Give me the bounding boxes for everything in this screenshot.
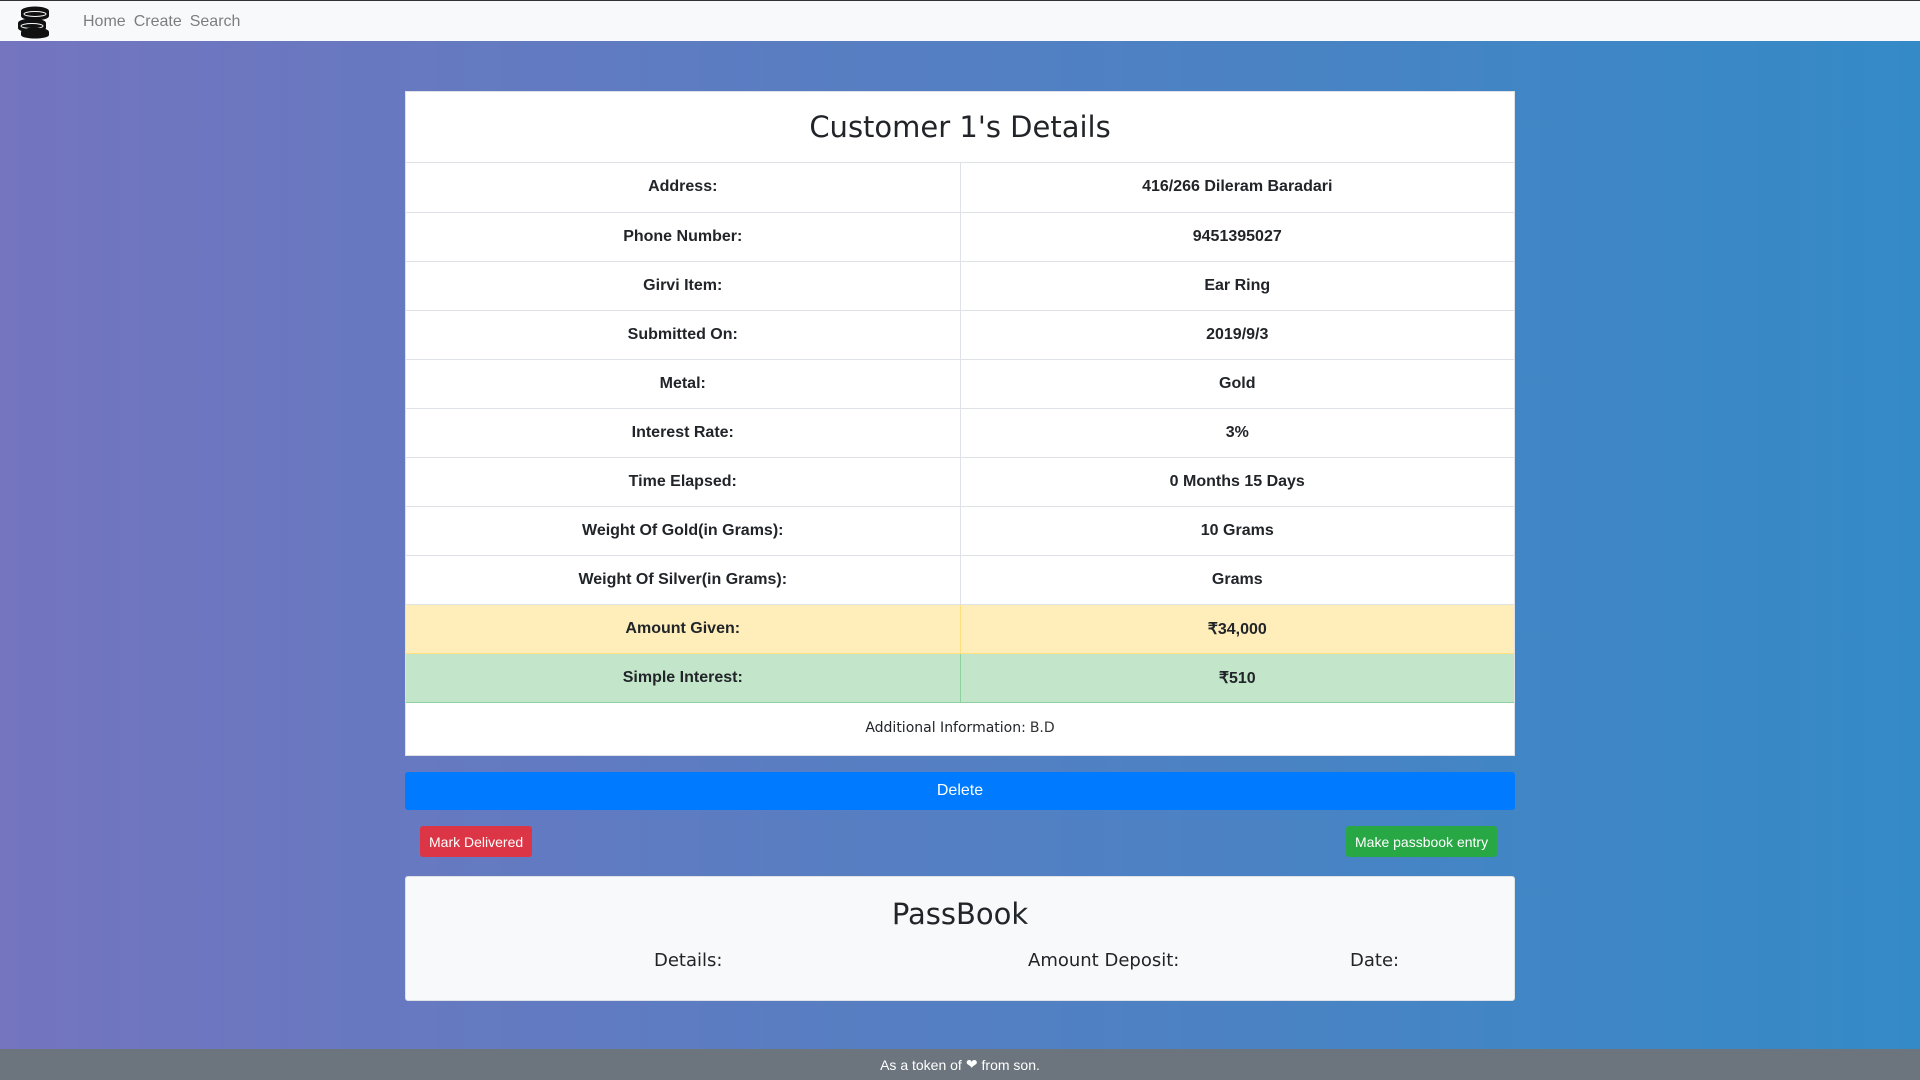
heart-icon: ❤	[965, 1056, 978, 1072]
table-row: Time Elapsed: 0 Months 15 Days	[406, 457, 1514, 507]
girvi-item-label: Girvi Item:	[406, 261, 961, 311]
passbook-card: PassBook Details: Amount Deposit: Date:	[405, 876, 1515, 1001]
time-elapsed-label: Time Elapsed:	[406, 457, 961, 507]
table-row: Metal: Gold	[406, 359, 1514, 409]
simple-interest-label: Simple Interest:	[406, 653, 961, 703]
customer-details-card: Customer 1's Details Address: 416/266 Di…	[405, 91, 1515, 756]
footer-text-after: from son.	[981, 1056, 1040, 1073]
interest-rate-label: Interest Rate:	[406, 408, 961, 458]
table-row: Phone Number: 9451395027	[406, 212, 1514, 262]
coins-stack-icon[interactable]	[18, 5, 52, 39]
submitted-on-label: Submitted On:	[406, 310, 961, 360]
nav-home-link[interactable]: Home	[83, 13, 126, 31]
nav-links: Home Create Search	[83, 1, 248, 42]
footer-text-before: As a token of	[880, 1056, 962, 1073]
metal-label: Metal:	[406, 359, 961, 409]
amount-given-row: Amount Given: ₹34,000	[406, 604, 1514, 654]
table-row: Girvi Item: Ear Ring	[406, 261, 1514, 311]
nav-create-link[interactable]: Create	[134, 13, 182, 31]
delete-button[interactable]: Delete	[405, 772, 1515, 810]
silver-weight-value: Grams	[960, 555, 1514, 605]
interest-rate-value: 3%	[960, 408, 1514, 458]
silver-weight-label: Weight Of Silver(in Grams):	[406, 555, 961, 605]
nav-search-link[interactable]: Search	[190, 13, 241, 31]
additional-info-label: Additional Information:	[865, 720, 1026, 736]
make-passbook-entry-button[interactable]: Make passbook entry	[1346, 826, 1498, 857]
passbook-date-header: Date:	[1350, 950, 1400, 971]
passbook-amount-header: Amount Deposit:	[1028, 950, 1180, 971]
mark-delivered-button[interactable]: Mark Delivered	[420, 826, 533, 857]
navbar: Home Create Search	[0, 0, 1920, 41]
time-elapsed-value: 0 Months 15 Days	[960, 457, 1514, 507]
simple-interest-row: Simple Interest: ₹510	[406, 653, 1514, 703]
girvi-item-value: Ear Ring	[960, 261, 1514, 311]
simple-interest-value: ₹510	[960, 653, 1514, 703]
phone-value: 9451395027	[960, 212, 1514, 262]
passbook-details-header: Details:	[654, 950, 723, 971]
address-label: Address:	[406, 163, 961, 213]
phone-label: Phone Number:	[406, 212, 961, 262]
gold-weight-label: Weight Of Gold(in Grams):	[406, 506, 961, 556]
submitted-on-value: 2019/9/3	[960, 310, 1514, 360]
metal-value: Gold	[960, 359, 1514, 409]
passbook-title: PassBook	[891, 897, 1029, 931]
customer-details-table: Address: 416/266 Dileram Baradari Phone …	[406, 163, 1514, 703]
additional-information: Additional Information: B.D	[406, 703, 1514, 754]
amount-given-label: Amount Given:	[406, 604, 961, 654]
page-title: Customer 1's Details	[406, 92, 1514, 163]
table-row: Interest Rate: 3%	[406, 408, 1514, 458]
footer: As a token of ❤ from son.	[0, 1049, 1920, 1080]
amount-given-value: ₹34,000	[960, 604, 1514, 654]
table-row: Submitted On: 2019/9/3	[406, 310, 1514, 360]
table-row: Weight Of Gold(in Grams): 10 Grams	[406, 506, 1514, 556]
table-row: Weight Of Silver(in Grams): Grams	[406, 555, 1514, 605]
gold-weight-value: 10 Grams	[960, 506, 1514, 556]
address-value: 416/266 Dileram Baradari	[960, 163, 1514, 213]
table-row: Address: 416/266 Dileram Baradari	[406, 163, 1514, 213]
additional-info-value: B.D	[1029, 720, 1055, 736]
